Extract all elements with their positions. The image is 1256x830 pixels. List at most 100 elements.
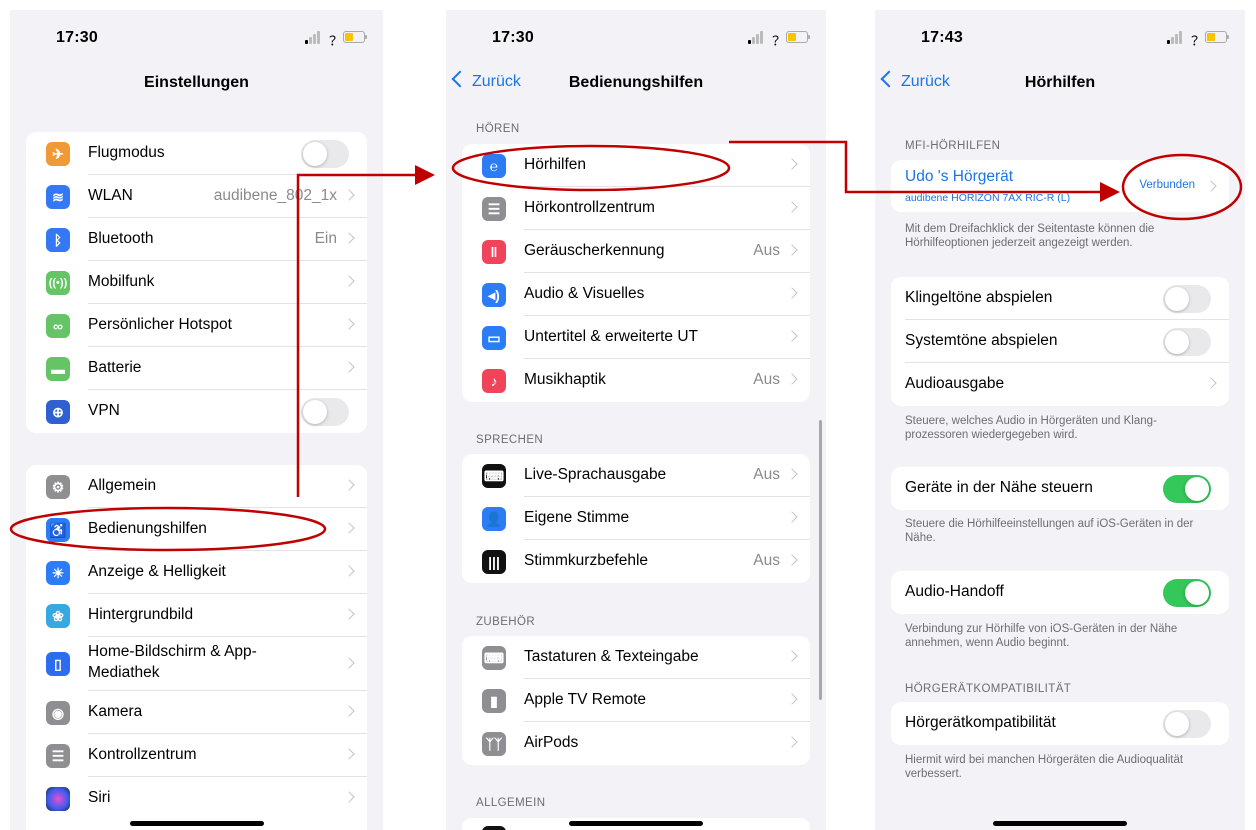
section-header-mfi: MFI-HÖRHILFEN [905,140,1001,152]
row-label: Hörgerätkompatibilität [905,714,1056,731]
row-eigene-stimme[interactable]: 👤 Eigene Stimme [462,497,810,540]
settings-row-homescreen[interactable]: ▯ Home-Bildschirm & App- Mediathek [26,637,367,691]
chevron-right-icon [786,158,798,170]
row-musikhaptik[interactable]: ♪ Musikhaptik Aus [462,359,810,402]
row-apple-tv-remote[interactable]: ▮ Apple TV Remote [462,679,810,722]
row-audio-visuelles[interactable]: ◂) Audio & Visuelles [462,273,810,316]
klingeltoene-toggle[interactable] [1163,285,1211,313]
chevron-right-icon [786,330,798,342]
switches-icon: ☰ [482,197,506,221]
row-systemtoene[interactable]: Systemtöne abspielen [891,320,1229,363]
section-header-compat: HÖRGERÄTKOMPATIBILITÄT [905,683,1072,695]
settings-row-anzeige[interactable]: ☀ Anzeige & Helligkeit [26,551,367,594]
row-label: Audio & Visuelles [524,285,645,302]
row-geraeuscherkennung[interactable]: ‖ Geräuscherkennung Aus [462,230,810,273]
vpn-globe-icon: ⊕ [46,400,70,424]
row-nearby-control[interactable]: Geräte in der Nähe steuern [891,467,1229,510]
page-title: Einstellungen [144,74,249,91]
row-audio-handoff[interactable]: Audio-Handoff [891,571,1229,614]
gear-icon: ⚙ [46,475,70,499]
battery-status-icon [1205,31,1229,43]
settings-row-flugmodus[interactable]: ✈ Flugmodus [26,132,367,175]
chevron-right-icon [343,705,355,717]
settings-row-allgemein[interactable]: ⚙ Allgemein [26,465,367,508]
chevron-right-icon [343,657,355,669]
airpods-icon: ᛉᛉ [482,732,506,756]
scrollbar[interactable] [819,420,822,700]
signal-icon [305,30,323,44]
vpn-toggle[interactable] [301,398,349,426]
row-hoerhilfen[interactable]: ℮ Hörhilfen [462,144,810,187]
chevron-right-icon [343,361,355,373]
handoff-toggle[interactable] [1163,579,1211,607]
settings-row-kamera[interactable]: ◉ Kamera [26,691,367,734]
settings-row-mobilfunk[interactable]: ((•)) Mobilfunk [26,261,367,304]
row-value: Aus [753,552,780,569]
chevron-right-icon [786,693,798,705]
hearing-devices-screen: 17:43 ﹖ Zurück Hörhilfen MFI-HÖRHILFEN U… [875,10,1245,830]
settings-row-hotspot[interactable]: ∞ Persönlicher Hotspot [26,304,367,347]
chevron-right-icon [343,791,355,803]
row-tastaturen[interactable]: ⌨ Tastaturen & Texteingabe [462,636,810,679]
row-compat[interactable]: Hörgerätkompatibilität [891,702,1229,745]
chevron-right-icon [343,189,355,201]
battery-icon: ▬ [46,357,70,381]
settings-row-wlan[interactable]: ≋ WLAN audibene_802_1x [26,175,367,218]
remote-icon: ▮ [482,689,506,713]
row-label: Audio-Handoff [905,583,1004,600]
chevron-right-icon [343,608,355,620]
bluetooth-icon: ᛒ [46,228,70,252]
chevron-right-icon [786,244,798,256]
compat-footer: Hiermit wird bei manchen Hörgeräten die … [905,754,1184,780]
homescreen-icon: ▯ [46,652,70,676]
page-title: Bedienungshilfen [568,74,704,91]
chevron-right-icon [343,318,355,330]
systemtoene-toggle[interactable] [1163,328,1211,356]
row-label: Systemtöne abspielen [905,332,1058,349]
row-label: WLAN [88,187,133,204]
group-nearby: Geräte in der Nähe steuern [891,467,1229,510]
row-label: Bedienungshilfen [88,520,207,537]
row-label: Kontrollzentrum [88,746,197,763]
row-label: Audioausgabe [905,375,1005,392]
mfi-device-row[interactable]: Udo 's Hörgerät audibene HORIZON 7AX RIC… [891,160,1229,212]
row-label: Hörhilfen [524,156,587,173]
home-indicator [569,821,703,826]
flugmodus-toggle[interactable] [301,140,349,168]
settings-row-bedienungshilfen[interactable]: ♿ Bedienungshilfen [26,508,367,551]
status-bar: 17:43 ﹖ [875,10,1245,62]
row-label: Tastaturen & Texteingabe [524,648,699,665]
settings-row-batterie[interactable]: ▬ Batterie [26,347,367,390]
settings-row-hintergrundbild[interactable]: ❀ Hintergrundbild [26,594,367,637]
group-handoff: Audio-Handoff [891,571,1229,614]
siri-icon [46,787,70,811]
row-klingeltoene[interactable]: Klingeltöne abspielen [891,277,1229,320]
chevron-right-icon [786,736,798,748]
device-name: Udo 's Hörgerät [905,168,1014,185]
compat-toggle[interactable] [1163,710,1211,738]
settings-group-connectivity: ✈ Flugmodus ≋ WLAN audibene_802_1x ᛒ Blu… [26,132,367,433]
section-header-zubehoer: ZUBEHÖR [476,616,536,628]
row-audioausgabe[interactable]: Audioausgabe [891,363,1229,406]
nearby-footer: Steuere die Hörhilfeeinstellungen auf iO… [905,518,1194,544]
row-label: Siri [88,789,111,806]
row-untertitel[interactable]: ▭ Untertitel & erweiterte UT [462,316,810,359]
settings-row-siri[interactable]: Siri [26,777,367,820]
status-icons: ﹖ [746,30,810,48]
audio-footer: Steuere, welches Audio in Hörgeräten und… [905,415,1157,441]
settings-row-kontrollzentrum[interactable]: ☰ Kontrollzentrum [26,734,367,777]
row-hoerkontrollzentrum[interactable]: ☰ Hörkontrollzentrum [462,187,810,230]
row-live-sprachausgabe[interactable]: ⌨ Live-Sprachausgabe Aus [462,454,810,497]
settings-row-vpn[interactable]: ⊕ VPN [26,390,367,433]
nearby-toggle[interactable] [1163,475,1211,503]
row-stimmkurzbefehle[interactable]: ||| Stimmkurzbefehle Aus [462,540,810,583]
settings-row-bluetooth[interactable]: ᛒ Bluetooth Ein [26,218,367,261]
row-label: Bluetooth [88,230,154,247]
row-airpods[interactable]: ᛉᛉ AirPods [462,722,810,765]
chevron-right-icon [343,565,355,577]
row-label: VPN [88,402,120,419]
page-title: Hörhilfen [1024,74,1096,91]
status-bar: 17:30 ﹖ [446,10,826,62]
row-value: Aus [753,242,780,259]
section-header-hoeren: HÖREN [476,123,520,135]
